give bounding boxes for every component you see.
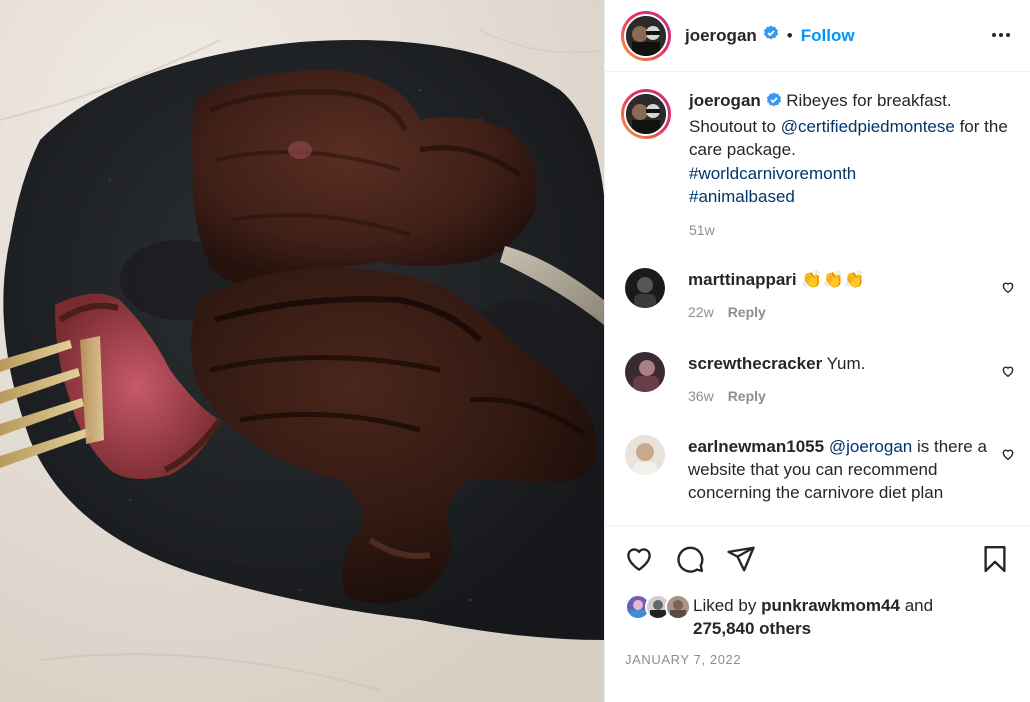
comment-time[interactable]: 22w [688, 304, 714, 320]
caption-username[interactable]: joerogan [689, 91, 761, 110]
post-date[interactable]: JANUARY 7, 2022 [625, 652, 741, 667]
comment-icon[interactable] [675, 544, 705, 579]
post-image[interactable] [0, 0, 604, 702]
liker-avatars[interactable] [625, 594, 691, 620]
post-side-panel: joerogan • Follow joerogan Ribeyes for b… [604, 0, 1030, 702]
author-username[interactable]: joerogan [685, 26, 757, 46]
reply-button[interactable]: Reply [728, 388, 766, 404]
comment-time[interactable]: 36w [688, 388, 714, 404]
post-caption: joerogan Ribeyes for breakfast. Shoutout… [621, 89, 1009, 242]
share-icon[interactable] [726, 544, 756, 579]
hashtag-link[interactable]: #worldcarnivoremonth [689, 164, 856, 183]
hashtag-link[interactable]: #animalbased [689, 187, 795, 206]
comment-item: screwthecracker Yum. 36w Reply [625, 352, 1015, 408]
commenter-avatar[interactable] [625, 268, 665, 308]
caption-avatar[interactable] [621, 89, 671, 139]
comment-username[interactable]: screwthecracker [688, 354, 822, 373]
caption-time[interactable]: 51w [689, 219, 1009, 243]
post-actions-section: Liked by punkrawkmom44 and 275,840 other… [605, 525, 1030, 702]
liked-by-and: and [904, 596, 934, 615]
comment-text: 👏👏👏 [801, 270, 865, 289]
post-header: joerogan • Follow [605, 0, 1030, 72]
comment-text: Yum. [826, 354, 866, 373]
comment-like-heart-icon[interactable] [1001, 364, 1015, 383]
comment-like-heart-icon[interactable] [1001, 447, 1015, 466]
reply-button[interactable]: Reply [728, 304, 766, 320]
author-avatar[interactable] [621, 10, 671, 61]
comment-item: earlnewman1055 @joerogan is there a webs… [625, 435, 1015, 504]
verified-badge-icon [763, 25, 779, 46]
liked-by-label: Liked by [693, 596, 757, 615]
verified-badge-icon [766, 91, 782, 115]
more-options-icon[interactable] [990, 24, 1012, 51]
commenter-avatar[interactable] [625, 352, 665, 392]
heart-icon[interactable] [624, 544, 654, 579]
caption-mention[interactable]: @certifiedpiedmontese [781, 117, 955, 136]
liked-by-user[interactable]: punkrawkmom44 [761, 596, 900, 615]
header-separator: • [786, 25, 793, 45]
comment-username[interactable]: earlnewman1055 [688, 437, 824, 456]
steak-photo [0, 0, 604, 702]
likes-count[interactable]: 275,840 others [693, 619, 811, 638]
comment-username[interactable]: marttinappari [688, 270, 797, 289]
commenter-avatar[interactable] [625, 435, 665, 475]
comment-mention[interactable]: @joerogan [829, 437, 912, 456]
comment-item: marttinappari 👏👏👏 22w Reply [625, 268, 1015, 324]
comments-section[interactable]: joerogan Ribeyes for breakfast. Shoutout… [605, 73, 1030, 525]
follow-button[interactable]: Follow [801, 26, 855, 46]
bookmark-icon[interactable] [980, 544, 1010, 579]
comment-like-heart-icon[interactable] [1001, 280, 1015, 299]
likes-summary: Liked by punkrawkmom44 and 275,840 other… [625, 594, 933, 640]
